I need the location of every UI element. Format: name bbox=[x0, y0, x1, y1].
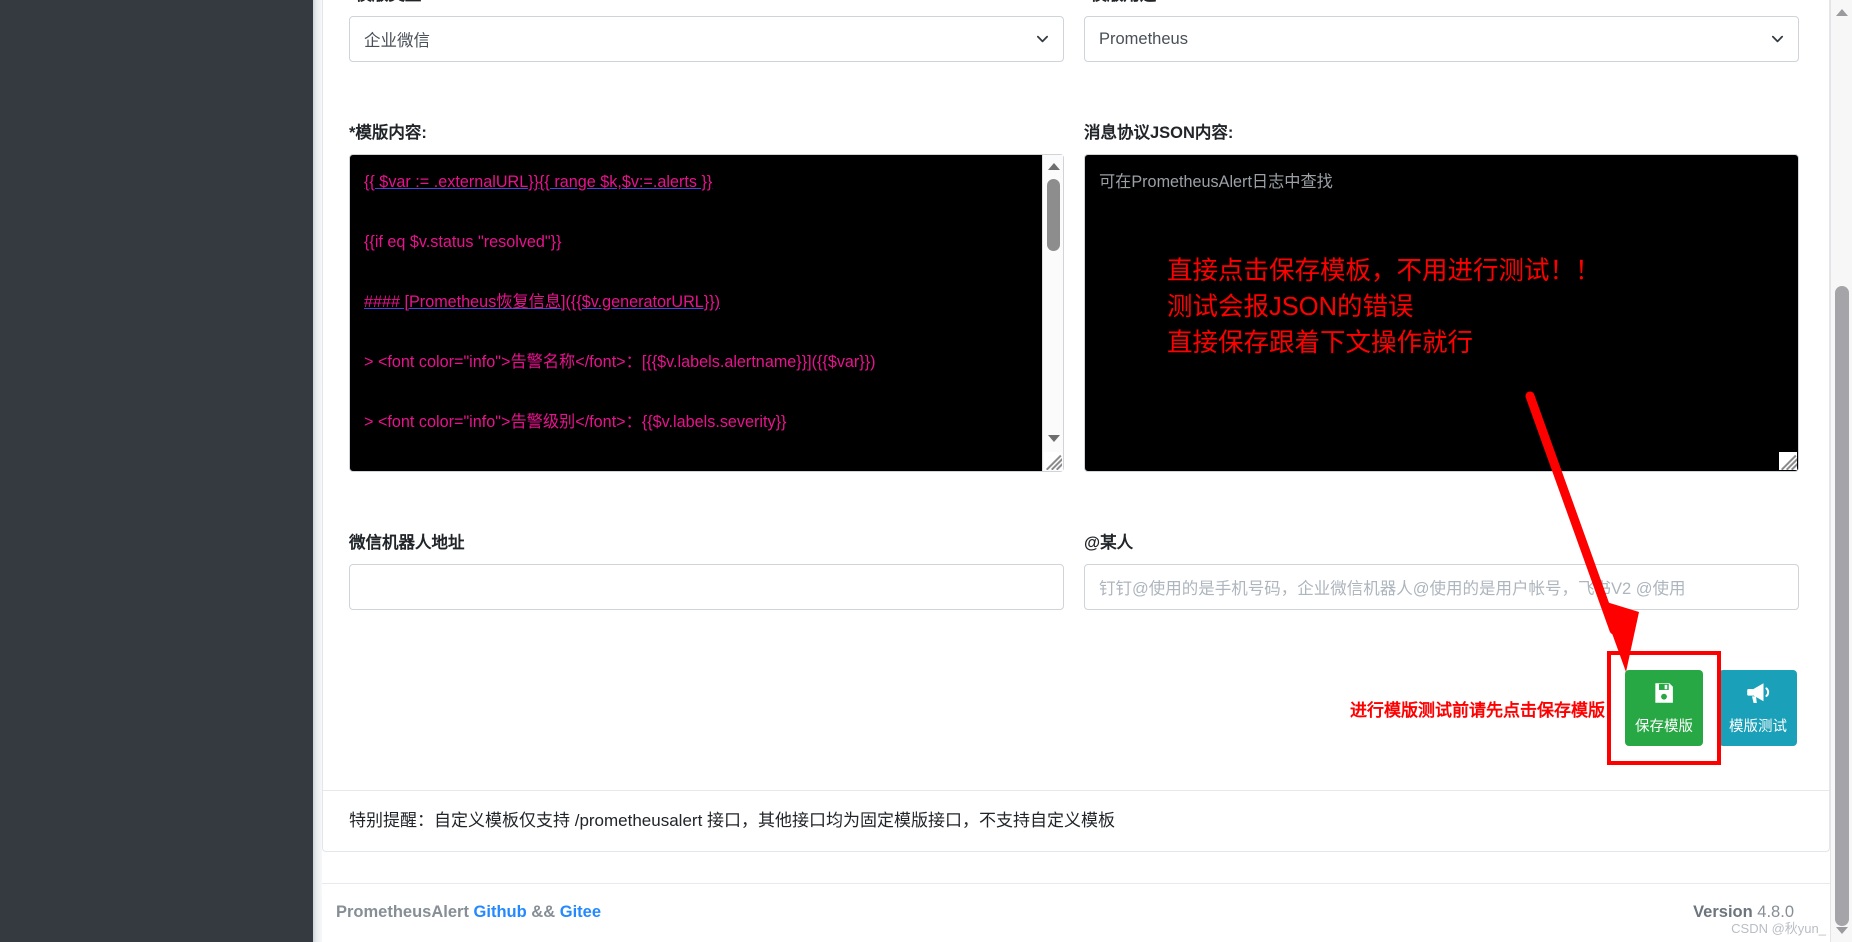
sidebar-edge-divider bbox=[313, 0, 322, 942]
red-annotation-text: 直接点击保存模板，不用进行测试！！ 测试会报JSON的错误 直接保存跟着下文操作… bbox=[1167, 253, 1601, 361]
template-content-textarea-wrap: {{ $var := .externalURL}}{{ range $k,$v:… bbox=[349, 154, 1064, 473]
save-button-label: 保存模版 bbox=[1635, 719, 1693, 735]
template-type-select[interactable]: 企业微信 bbox=[349, 16, 1064, 63]
template-content-group: *模版内容: {{ $var := .externalURL}}{{ range… bbox=[349, 122, 1064, 473]
github-link[interactable]: Github bbox=[474, 903, 527, 921]
save-button-wrapper: 保存模版 bbox=[1607, 651, 1721, 765]
action-buttons-row: 进行模版测试前请先点击保存模版 保存模版 模版测试 bbox=[1350, 651, 1797, 765]
textarea-scrollbar[interactable] bbox=[1042, 155, 1064, 472]
footer-links: PrometheusAlert Github && Gitee bbox=[336, 903, 601, 922]
app-root: *模版类型 企业微信 *模版用途 Prometheus bbox=[0, 0, 1852, 942]
scroll-up-icon[interactable] bbox=[1043, 157, 1064, 175]
save-icon bbox=[1651, 680, 1677, 710]
special-notice-text: 特别提醒：自定义模板仅支持 /prometheusalert 接口，其他接口均为… bbox=[349, 811, 1116, 830]
template-form-card: *模版类型 企业微信 *模版用途 Prometheus bbox=[322, 0, 1830, 852]
template-line-2: #### [Prometheus恢复信息]({{$v.generatorURL}… bbox=[364, 293, 721, 312]
save-template-button[interactable]: 保存模版 bbox=[1625, 670, 1703, 746]
template-purpose-group: *模版用途 Prometheus bbox=[1084, 0, 1799, 63]
template-type-label: *模版类型 bbox=[349, 0, 1064, 7]
window-scroll-up-icon[interactable] bbox=[1831, 2, 1852, 22]
save-first-hint: 进行模版测试前请先点击保存模版 bbox=[1350, 700, 1605, 720]
template-line-0: {{ $var := .externalURL}}{{ range $k,$v:… bbox=[364, 173, 713, 192]
test-button-label: 模版测试 bbox=[1729, 719, 1787, 735]
left-sidebar bbox=[0, 0, 313, 942]
at-someone-label: @某人 bbox=[1084, 534, 1134, 552]
json-content-group: 消息协议JSON内容: 可在PrometheusAlert日志中查找 直接点击保… bbox=[1084, 122, 1799, 473]
scrollbar-thumb[interactable] bbox=[1047, 179, 1060, 252]
template-purpose-label: *模版用途 bbox=[1084, 0, 1799, 7]
template-type-group: *模版类型 企业微信 bbox=[349, 0, 1064, 63]
inputs-row: 微信机器人地址 @某人 钉钉@使用的是手机号码，企业微信机器人@使用的是用户帐号… bbox=[349, 532, 1799, 611]
annotation-line-0: 直接点击保存模板，不用进行测试！！ bbox=[1167, 257, 1601, 286]
template-purpose-select[interactable]: Prometheus bbox=[1084, 16, 1799, 63]
content-row: *模版内容: {{ $var := .externalURL}}{{ range… bbox=[349, 122, 1799, 473]
window-scrollbar[interactable] bbox=[1830, 0, 1852, 942]
template-content-label: *模版内容: bbox=[349, 124, 427, 142]
window-scroll-down-icon[interactable] bbox=[1831, 920, 1852, 940]
chevron-down-icon bbox=[1771, 33, 1784, 46]
megaphone-icon bbox=[1744, 680, 1772, 710]
window-scrollbar-thumb[interactable] bbox=[1835, 286, 1849, 926]
at-someone-group: @某人 钉钉@使用的是手机号码，企业微信机器人@使用的是用户帐号，飞书V2 @使… bbox=[1084, 532, 1799, 611]
textarea-resize-handle[interactable] bbox=[1779, 452, 1797, 471]
json-content-textarea-wrap: 可在PrometheusAlert日志中查找 直接点击保存模板，不用进行测试！！… bbox=[1084, 154, 1799, 473]
page-footer: PrometheusAlert Github && Gitee Version … bbox=[322, 883, 1830, 942]
template-content-text: {{ $var := .externalURL}}{{ range $k,$v:… bbox=[364, 167, 1037, 471]
csdn-watermark: CSDN @秋yun_ bbox=[1731, 921, 1826, 936]
footer-separator: && bbox=[531, 903, 556, 921]
template-purpose-value: Prometheus bbox=[1099, 29, 1188, 48]
at-someone-input[interactable]: 钉钉@使用的是手机号码，企业微信机器人@使用的是用户帐号，飞书V2 @使用 bbox=[1084, 564, 1799, 611]
template-type-value: 企业微信 bbox=[364, 32, 430, 51]
selects-row: *模版类型 企业微信 *模版用途 Prometheus bbox=[349, 0, 1799, 63]
template-content-textarea[interactable]: {{ $var := .externalURL}}{{ range $k,$v:… bbox=[349, 154, 1064, 473]
test-template-button[interactable]: 模版测试 bbox=[1719, 670, 1797, 746]
annotation-line-1: 测试会报JSON的错误 bbox=[1167, 293, 1414, 322]
template-line-4: > <font color="info">告警级别</font>：{{$v.la… bbox=[364, 413, 787, 432]
json-content-textarea[interactable]: 可在PrometheusAlert日志中查找 直接点击保存模板，不用进行测试！！… bbox=[1084, 154, 1799, 473]
chevron-down-icon bbox=[1036, 33, 1049, 46]
main-content: *模版类型 企业微信 *模版用途 Prometheus bbox=[322, 0, 1830, 942]
footer-app-name: PrometheusAlert bbox=[336, 903, 469, 921]
robot-url-input[interactable] bbox=[349, 564, 1064, 611]
template-line-3: > <font color="info">告警名称</font>：[{{$v.l… bbox=[364, 353, 876, 372]
annotation-line-2: 直接保存跟着下文操作就行 bbox=[1167, 329, 1474, 358]
textarea-resize-handle[interactable] bbox=[1044, 452, 1062, 471]
json-content-label: 消息协议JSON内容: bbox=[1084, 124, 1234, 142]
scroll-down-icon[interactable] bbox=[1043, 429, 1064, 447]
robot-url-group: 微信机器人地址 bbox=[349, 532, 1064, 611]
gitee-link[interactable]: Gitee bbox=[560, 903, 601, 921]
template-line-1: {{if eq $v.status "resolved"}} bbox=[364, 233, 562, 252]
notice-divider bbox=[323, 790, 1829, 791]
robot-url-label: 微信机器人地址 bbox=[349, 534, 465, 552]
